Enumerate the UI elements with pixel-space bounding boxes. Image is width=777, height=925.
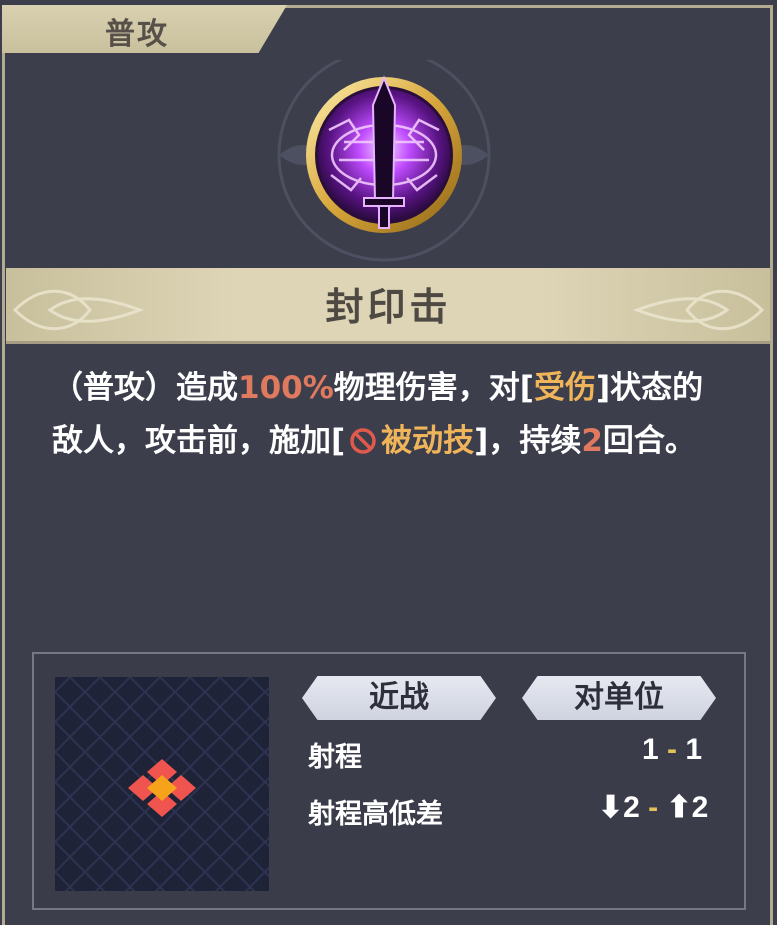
status-keyword[interactable]: 受伤 [534,370,596,406]
range-max: 1 [685,733,703,766]
skill-card: 普攻 封印击 （普攻）造成100%物理伤害，对[受伤]状态的敌人，攻击前，施加[… [0,0,777,925]
height-up: ⬆2 [666,791,709,824]
frame-right-line [770,5,773,925]
range-label: 射程 [308,742,362,773]
range-value: 1 - 1 [642,733,702,767]
debuff-keyword[interactable]: 被动技 [381,423,474,459]
frame-left-line [2,5,5,925]
damage-value: 100% [238,370,334,406]
attack-type-tag: 近战 [302,676,496,720]
description-text: （普攻）造成 [52,370,238,406]
sealed-sword-emblem-icon [277,60,491,262]
skill-name: 封印击 [325,284,452,329]
frame-top-line [280,5,770,8]
description-text: 回合。 [602,423,696,459]
skill-description: （普攻）造成100%物理伤害，对[受伤]状态的敌人，攻击前，施加[被动技]，持续… [52,362,732,468]
height-diff-value: ⬇2 - ⬆2 [598,790,708,825]
height-diff-label: 射程高低差 [308,799,443,830]
ban-icon [350,428,376,454]
height-separator: - [648,791,659,824]
height-down: ⬇2 [598,791,640,824]
description-text: 物理伤害，对[ [333,370,534,406]
title-band-underline [6,341,770,344]
range-separator: - [667,733,678,766]
attack-range-map [55,677,269,891]
skill-category-label: 普攻 [105,17,169,52]
range-min: 1 [642,733,659,766]
duration-value: 2 [581,423,603,459]
target-type-tag: 对单位 [522,676,716,720]
description-text: ]，持续 [474,423,582,459]
